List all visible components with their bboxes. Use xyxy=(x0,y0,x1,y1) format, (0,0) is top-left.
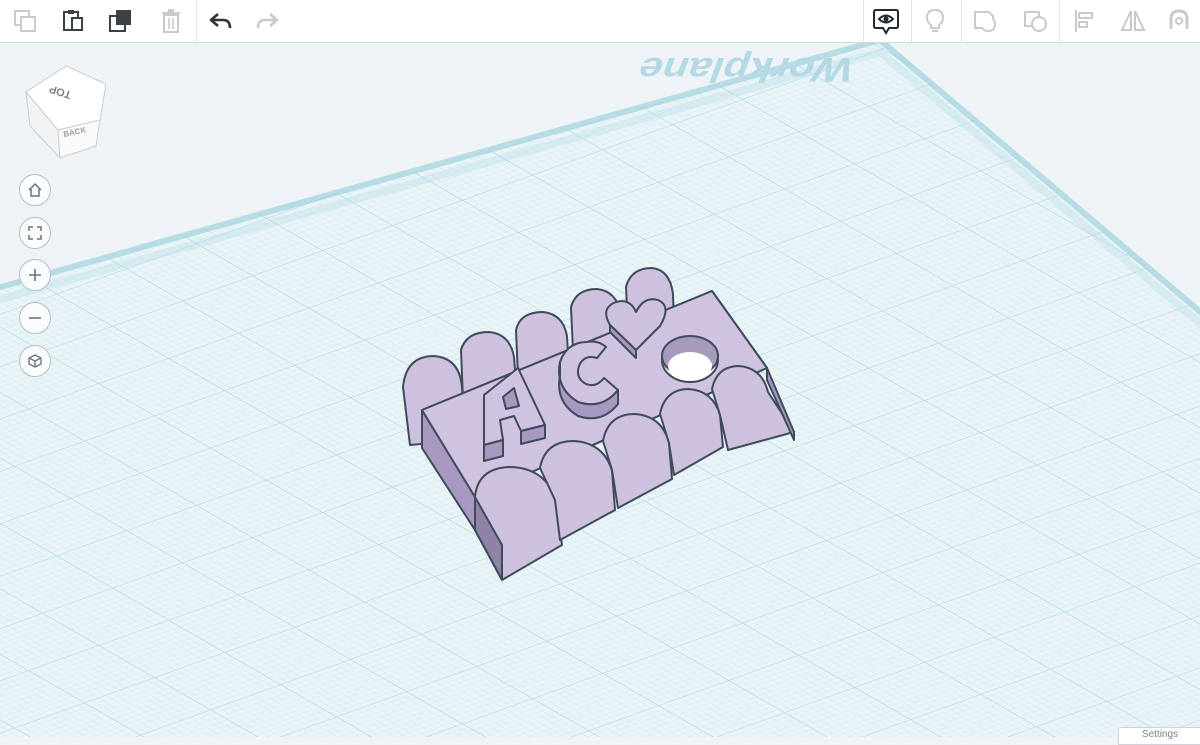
eye-speech-icon xyxy=(873,9,899,35)
zoom-in-button[interactable] xyxy=(19,259,51,291)
redo-icon xyxy=(256,13,279,29)
mirror-button[interactable] xyxy=(1112,0,1154,42)
ortho-view-button[interactable] xyxy=(19,345,51,377)
minus-icon xyxy=(29,317,41,319)
redo-button[interactable] xyxy=(246,0,288,42)
workplane-label: Workplane xyxy=(632,50,860,88)
main-toolbar xyxy=(0,0,1200,43)
group-button[interactable] xyxy=(964,0,1006,42)
trash-icon xyxy=(162,9,180,33)
fit-icon xyxy=(28,226,42,240)
ungroup-icon xyxy=(1024,11,1047,32)
home-icon xyxy=(28,182,42,197)
workplane-scene[interactable]: Workplane xyxy=(0,43,1200,737)
duplicate-icon xyxy=(109,10,131,32)
group-icon xyxy=(974,11,997,33)
magnet-button[interactable] xyxy=(1158,0,1200,42)
view-cube[interactable]: TOP BACK xyxy=(20,62,112,160)
mirror-icon xyxy=(1120,10,1146,31)
3d-viewport[interactable]: Workplane xyxy=(0,43,1200,737)
undo-button[interactable] xyxy=(200,0,242,42)
cube-icon xyxy=(28,354,42,368)
lightbulb-icon xyxy=(925,8,945,32)
undo-icon xyxy=(209,13,232,29)
show-all-button[interactable] xyxy=(865,0,907,42)
settings-tab[interactable]: Settings xyxy=(1118,727,1200,745)
light-button[interactable] xyxy=(914,0,956,42)
copy-button[interactable] xyxy=(4,0,46,42)
toolbar-divider xyxy=(863,0,864,42)
align-button[interactable] xyxy=(1063,0,1105,42)
paste-button[interactable] xyxy=(52,0,94,42)
align-icon xyxy=(1075,10,1093,32)
paste-icon xyxy=(63,10,83,31)
ungroup-button[interactable] xyxy=(1014,0,1056,42)
home-view-button[interactable] xyxy=(19,174,51,206)
delete-button[interactable] xyxy=(150,0,192,42)
plus-icon xyxy=(29,269,41,281)
toolbar-divider xyxy=(911,0,912,42)
toolbar-divider xyxy=(961,0,962,42)
copy-icon xyxy=(14,10,36,32)
fit-view-button[interactable] xyxy=(19,217,51,249)
duplicate-button[interactable] xyxy=(100,0,142,42)
magnet-icon xyxy=(1169,9,1189,29)
toolbar-divider xyxy=(1059,0,1060,42)
zoom-out-button[interactable] xyxy=(19,302,51,334)
toolbar-divider xyxy=(196,0,197,42)
